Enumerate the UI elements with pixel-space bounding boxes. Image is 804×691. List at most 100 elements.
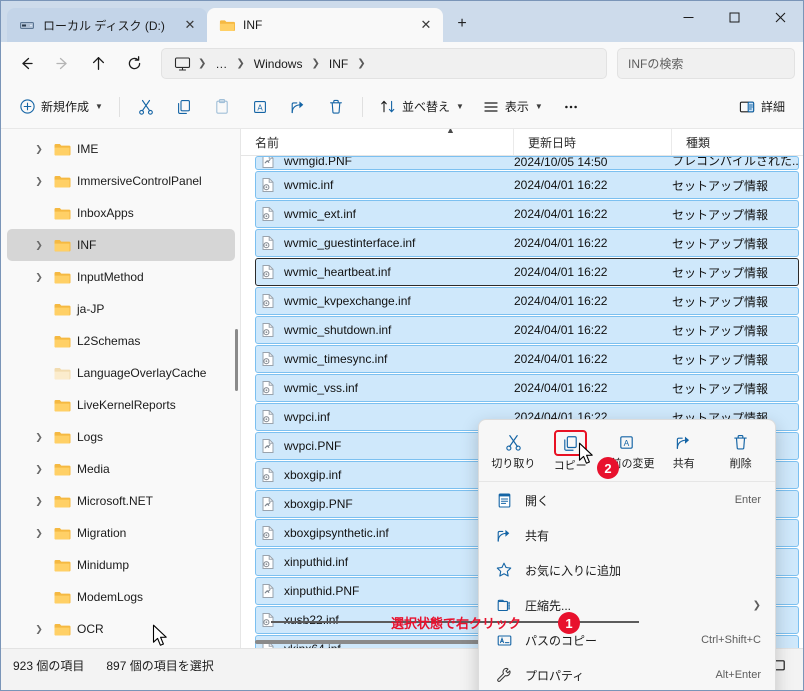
table-row[interactable]: wvmic_heartbeat.inf 2024/04/01 16:22 セットアッ…	[255, 258, 799, 286]
chevron-right-icon[interactable]: ❯	[31, 144, 47, 155]
context-menu-item-1[interactable]: 共有	[483, 518, 771, 552]
rename-button[interactable]: A	[242, 91, 278, 123]
sidebar-item-languageoverlaycache[interactable]: ❯LanguageOverlayCache	[7, 357, 235, 389]
details-pane-button[interactable]: 詳細	[730, 91, 793, 123]
context-menu-item-label: 共有	[525, 528, 550, 543]
table-row[interactable]: wvmgid.PNF 2024/10/05 14:50 プレコンパイルされた...	[255, 156, 799, 170]
more-options-button[interactable]	[553, 91, 589, 123]
chevron-right-icon[interactable]: ❯	[31, 496, 47, 507]
chevron-right-icon[interactable]: ❯	[31, 528, 47, 539]
file-explorer-window: ローカル ディスク (D:) ✕ INF ✕ + ❯ … ❯ Windows ❯…	[0, 0, 804, 691]
delete-button[interactable]	[318, 91, 354, 123]
cut-button[interactable]	[128, 91, 164, 123]
chevron-right-icon[interactable]: ❯	[31, 240, 47, 251]
sidebar-item-inputmethod[interactable]: ❯ InputMethod	[7, 261, 235, 293]
table-row[interactable]: wvmic_kvpexchange.inf 2024/04/01 16:22 セット…	[255, 287, 799, 315]
inf-icon	[260, 177, 276, 193]
chevron-right-icon[interactable]: ❯	[753, 600, 761, 611]
sidebar-item-migration[interactable]: ❯ Migration	[7, 517, 235, 549]
sidebar-item-logs[interactable]: ❯ Logs	[7, 421, 235, 453]
column-header-date[interactable]: 更新日時	[513, 129, 671, 155]
new-button[interactable]: 新規作成 ▼	[11, 91, 111, 123]
tab-local-disk-d[interactable]: ローカル ディスク (D:) ✕	[7, 8, 207, 42]
toolbar-divider	[118, 96, 120, 117]
share-icon	[495, 526, 513, 545]
inf-icon	[260, 264, 276, 280]
sidebar-item-label: LanguageOverlayCache	[77, 366, 207, 380]
context-tool-trash[interactable]: 削除	[713, 428, 769, 473]
folder-icon	[53, 173, 71, 189]
share-button[interactable]	[280, 91, 316, 123]
chevron-right-icon[interactable]: ❯	[31, 176, 47, 187]
file-name-label: wvmic_guestinterface.inf	[284, 236, 416, 250]
svg-text:A: A	[624, 437, 630, 447]
view-button[interactable]: 表示 ▼	[474, 91, 551, 123]
close-button[interactable]	[757, 1, 803, 34]
monitor-icon[interactable]	[170, 56, 195, 72]
sidebar-item-microsoft-net[interactable]: ❯ Microsoft.NET	[7, 485, 235, 517]
sidebar-scrollbar-thumb[interactable]	[235, 329, 238, 391]
minimize-button[interactable]	[665, 1, 711, 34]
context-tool-share[interactable]: 共有	[656, 428, 712, 473]
chevron-right-icon[interactable]: ❯	[31, 432, 47, 443]
context-menu[interactable]: 切り取り コピー A 名前の変更 共有 削除 開く Enter 共有 お気に入りに追加 圧縮先..…	[478, 419, 776, 690]
table-row[interactable]: wvmic_ext.inf 2024/04/01 16:22 セットアップ情報	[255, 200, 799, 228]
file-name-label: wvmic_kvpexchange.inf	[284, 294, 411, 308]
column-header-name[interactable]: 名前	[241, 129, 513, 155]
table-row[interactable]: wvmic_shutdown.inf 2024/04/01 16:22 セットアップ…	[255, 316, 799, 344]
file-name-label: xboxgip.inf	[284, 468, 342, 482]
sidebar-item-minidump[interactable]: ❯Minidump	[7, 549, 235, 581]
inf-icon	[260, 409, 276, 425]
chevron-right-icon[interactable]: ❯	[31, 272, 47, 283]
context-menu-item-accelerator: Enter	[734, 494, 761, 506]
tab-inf[interactable]: INF ✕	[207, 8, 443, 42]
close-icon[interactable]: ✕	[415, 14, 437, 36]
sidebar-item-ja-jp[interactable]: ❯ja-JP	[7, 293, 235, 325]
sidebar-item-inf[interactable]: ❯ INF	[7, 229, 235, 261]
sidebar-item-modemlogs[interactable]: ❯ModemLogs	[7, 581, 235, 613]
table-row[interactable]: wvmic_timesync.inf 2024/04/01 16:22 セットアップ…	[255, 345, 799, 373]
chevron-right-icon[interactable]: ❯	[31, 464, 47, 475]
search-input[interactable]: INFの検索	[617, 48, 795, 79]
sort-button[interactable]: 並べ替え ▼	[371, 91, 472, 123]
context-menu-item-2[interactable]: お気に入りに追加	[483, 553, 771, 587]
sidebar-item-inboxapps[interactable]: ❯InboxApps	[7, 197, 235, 229]
navigation-pane[interactable]: ❯IME❯ImmersiveControlPanel❯InboxApps❯INF…	[1, 129, 241, 648]
sidebar-item-l2schemas[interactable]: ❯L2Schemas	[7, 325, 235, 357]
context-menu-item-4[interactable]: パスのコピー Ctrl+Shift+C	[483, 623, 771, 657]
file-name-label: wvmic_shutdown.inf	[284, 323, 392, 337]
copy-button[interactable]	[166, 91, 202, 123]
inf-icon	[260, 293, 276, 309]
address-bar[interactable]: ❯ … ❯ Windows ❯ INF ❯	[161, 48, 607, 79]
back-button[interactable]	[9, 49, 43, 79]
paste-button[interactable]	[204, 91, 240, 123]
close-icon[interactable]: ✕	[179, 14, 201, 36]
sidebar-item-ocr[interactable]: ❯ OCR	[7, 613, 235, 645]
refresh-button[interactable]	[117, 49, 151, 79]
table-row[interactable]: wvmic_vss.inf 2024/04/01 16:22 セットアップ情報	[255, 374, 799, 402]
file-name-cell: wvmic_vss.inf	[256, 380, 514, 396]
column-header-type[interactable]: 種類	[671, 129, 803, 155]
context-menu-item-0[interactable]: 開く Enter	[483, 483, 771, 517]
chevron-down-icon: ▼	[455, 102, 464, 111]
sidebar-item-offline-web-pages[interactable]: ❯Offline Web Pages	[7, 645, 235, 648]
table-row[interactable]: wvmic_guestinterface.inf 2024/04/01 16:22…	[255, 229, 799, 257]
context-menu-item-3[interactable]: 圧縮先... ❯	[483, 588, 771, 622]
forward-button[interactable]	[45, 49, 79, 79]
sidebar-item-media[interactable]: ❯ Media	[7, 453, 235, 485]
context-tool-scissors[interactable]: 切り取り	[485, 428, 541, 473]
up-button[interactable]	[81, 49, 115, 79]
chevron-right-icon[interactable]: ❯	[31, 624, 47, 635]
sidebar-item-immersivecontrolpanel[interactable]: ❯ ImmersiveControlPanel	[7, 165, 235, 197]
context-menu-item-5[interactable]: プロパティ Alt+Enter	[483, 658, 771, 690]
breadcrumb-windows[interactable]: Windows	[248, 54, 309, 74]
new-tab-button[interactable]: +	[447, 9, 477, 39]
table-row[interactable]: wvmic.inf 2024/04/01 16:22 セットアップ情報	[255, 171, 799, 199]
sidebar-item-ime[interactable]: ❯ IME	[7, 133, 235, 165]
breadcrumb-overflow[interactable]: …	[209, 54, 233, 74]
sidebar-item-livekernelreports[interactable]: ❯LiveKernelReports	[7, 389, 235, 421]
chevron-right-icon[interactable]: ❯	[355, 58, 367, 69]
maximize-button[interactable]	[711, 1, 757, 34]
breadcrumb-inf[interactable]: INF	[323, 54, 354, 74]
context-tool-copy[interactable]: コピー	[542, 428, 598, 475]
